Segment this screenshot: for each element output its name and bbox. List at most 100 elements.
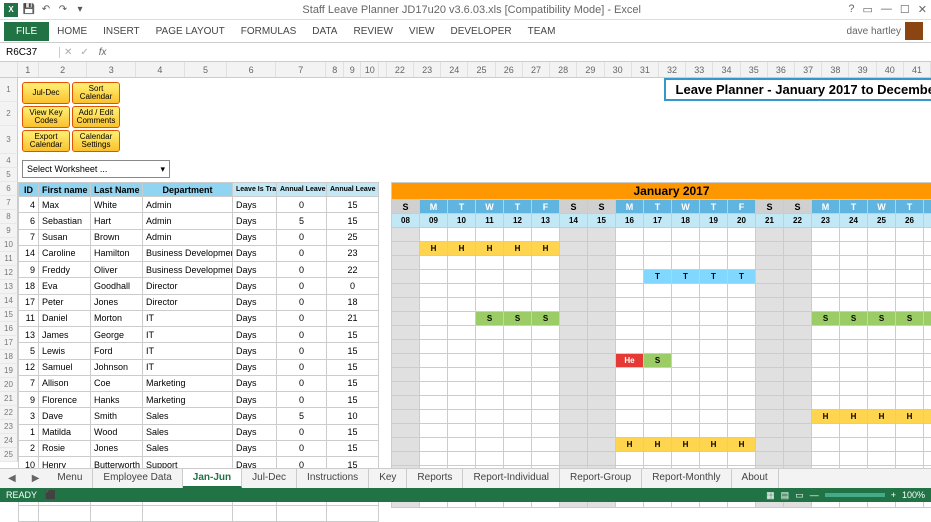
calendar-cell[interactable]	[812, 284, 840, 298]
calendar-cell[interactable]	[812, 326, 840, 340]
calendar-cell[interactable]	[784, 396, 812, 410]
calendar-cell[interactable]	[504, 228, 532, 242]
calendar-cell[interactable]	[812, 438, 840, 452]
calendar-cell[interactable]	[476, 256, 504, 270]
calendar-cell[interactable]	[728, 326, 756, 340]
calendar-cell[interactable]	[756, 298, 784, 312]
calendar-cell[interactable]	[812, 298, 840, 312]
col-header[interactable]: 3	[87, 62, 136, 77]
staff-row[interactable]: 11DanielMortonITDays021	[19, 310, 379, 326]
calendar-cell[interactable]	[756, 270, 784, 284]
col-header[interactable]: 41	[904, 62, 931, 77]
calendar-cell[interactable]	[896, 354, 924, 368]
calendar-cell[interactable]	[756, 452, 784, 466]
calendar-cell[interactable]	[672, 368, 700, 382]
calendar-cell[interactable]	[896, 424, 924, 438]
calendar-cell[interactable]	[924, 354, 931, 368]
calendar-cell[interactable]	[784, 382, 812, 396]
calendar-cell[interactable]	[532, 340, 560, 354]
tab-view[interactable]: VIEW	[401, 22, 443, 41]
user-account[interactable]: dave hartley	[847, 22, 923, 40]
calendar-cell[interactable]	[392, 326, 420, 340]
calendar-cell[interactable]	[504, 410, 532, 424]
sheet-tab-employee-data[interactable]: Employee Data	[93, 469, 182, 488]
calendar-cell[interactable]	[392, 284, 420, 298]
calendar-cell[interactable]	[924, 382, 931, 396]
zoom-in-icon[interactable]: +	[891, 490, 896, 500]
staff-row[interactable]: 6SebastianHartAdminDays515	[19, 213, 379, 229]
calendar-cell[interactable]	[392, 340, 420, 354]
calendar-cell[interactable]	[756, 410, 784, 424]
calendar-cell[interactable]: H	[700, 438, 728, 452]
calendar-cell[interactable]	[672, 326, 700, 340]
calendar-cell[interactable]	[896, 452, 924, 466]
calendar-cell[interactable]	[924, 452, 931, 466]
staff-row[interactable]: 9FreddyOliverBusiness DevelopmentDays022	[19, 262, 379, 278]
row-header[interactable]: 19	[0, 364, 18, 378]
calendar-cell[interactable]	[672, 256, 700, 270]
calendar-cell[interactable]	[812, 452, 840, 466]
calendar-cell[interactable]: S	[896, 312, 924, 326]
calendar-cell[interactable]	[700, 298, 728, 312]
calendar-cell[interactable]: S	[644, 354, 672, 368]
calendar-cell[interactable]	[672, 452, 700, 466]
staff-row[interactable]: 14CarolineHamiltonBusiness DevelopmentDa…	[19, 245, 379, 261]
calendar-cell[interactable]	[924, 396, 931, 410]
col-header[interactable]: 25	[468, 62, 495, 77]
calendar-cell[interactable]	[812, 242, 840, 256]
calendar-cell[interactable]	[532, 284, 560, 298]
calendar-cell[interactable]	[700, 424, 728, 438]
col-header[interactable]: 10	[361, 62, 379, 77]
calendar-cell[interactable]	[532, 410, 560, 424]
calendar-cell[interactable]	[616, 410, 644, 424]
staff-row[interactable]: 7SusanBrownAdminDays025	[19, 229, 379, 245]
row-header[interactable]: 11	[0, 252, 18, 266]
calendar-cell[interactable]	[532, 256, 560, 270]
calendar-cell[interactable]	[840, 354, 868, 368]
calendar-cell[interactable]	[504, 368, 532, 382]
calendar-cell[interactable]	[532, 354, 560, 368]
calendar-cell[interactable]	[448, 396, 476, 410]
calendar-cell[interactable]: S	[840, 312, 868, 326]
calendar-cell[interactable]	[560, 410, 588, 424]
calendar-cell[interactable]	[448, 228, 476, 242]
calendar-cell[interactable]	[448, 382, 476, 396]
calendar-cell[interactable]	[560, 228, 588, 242]
calendar-cell[interactable]: He	[616, 354, 644, 368]
tab-formulas[interactable]: FORMULAS	[233, 22, 305, 41]
calendar-cell[interactable]	[700, 410, 728, 424]
row-header[interactable]: 16	[0, 322, 18, 336]
calendar-cell[interactable]	[896, 368, 924, 382]
calendar-cell[interactable]	[924, 326, 931, 340]
calendar-cell[interactable]	[924, 228, 931, 242]
calendar-cell[interactable]	[728, 298, 756, 312]
calendar-cell[interactable]	[700, 368, 728, 382]
calendar-cell[interactable]	[896, 284, 924, 298]
calendar-cell[interactable]	[560, 424, 588, 438]
calendar-cell[interactable]: H	[616, 438, 644, 452]
export-calendar-button[interactable]: Export Calendar	[22, 130, 70, 152]
sheet-tab-jan-jun[interactable]: Jan-Jun	[183, 469, 242, 488]
col-header[interactable]: 2	[39, 62, 88, 77]
calendar-cell[interactable]: H	[896, 410, 924, 424]
calendar-cell[interactable]	[840, 382, 868, 396]
calendar-cell[interactable]	[756, 228, 784, 242]
add-edit-comments-button[interactable]: Add / Edit Comments	[72, 106, 120, 128]
calendar-cell[interactable]	[700, 284, 728, 298]
col-header[interactable]: 36	[768, 62, 795, 77]
calendar-cell[interactable]	[840, 228, 868, 242]
calendar-cell[interactable]	[448, 340, 476, 354]
calendar-cell[interactable]	[504, 326, 532, 340]
calendar-cell[interactable]	[504, 256, 532, 270]
calendar-cell[interactable]	[448, 452, 476, 466]
calendar-cell[interactable]	[588, 354, 616, 368]
calendar-cell[interactable]	[476, 270, 504, 284]
calendar-cell[interactable]: H	[672, 438, 700, 452]
calendar-cell[interactable]	[532, 368, 560, 382]
staff-row[interactable]: 1MatildaWoodSalesDays015	[19, 424, 379, 440]
calendar-cell[interactable]	[840, 326, 868, 340]
col-header[interactable]: 22	[387, 62, 414, 77]
calendar-cell[interactable]	[644, 284, 672, 298]
calendar-cell[interactable]	[868, 284, 896, 298]
calendar-cell[interactable]	[728, 424, 756, 438]
